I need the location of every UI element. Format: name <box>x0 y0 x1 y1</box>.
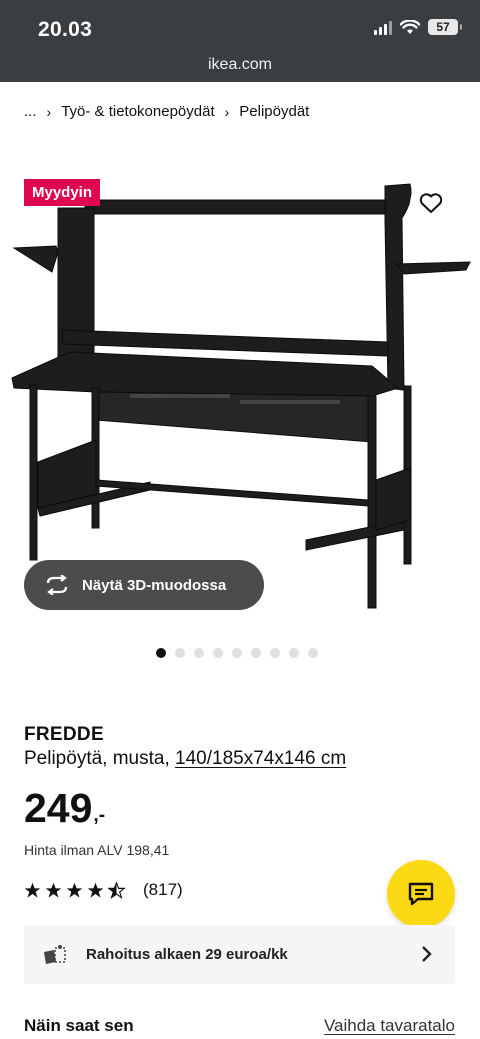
carousel-dot[interactable] <box>308 648 318 658</box>
breadcrumb: ... › Työ- & tietokonepöydät › Pelipöydä… <box>24 103 309 120</box>
chat-icon <box>408 882 434 906</box>
product-description: Pelipöytä, musta, 140/185x74x146 cm <box>24 748 346 770</box>
financing-banner[interactable]: Rahoitus alkaen 29 euroa/kk <box>24 925 455 984</box>
chevron-right-icon: › <box>46 103 52 120</box>
price-excluding-vat: Hinta ilman ALV 198,41 <box>24 842 170 858</box>
favorite-button[interactable] <box>410 182 452 224</box>
price-integer: 249 <box>24 785 93 831</box>
rating-stars <box>24 881 125 899</box>
star-full-icon <box>87 882 104 898</box>
battery-icon: 57 <box>428 19 462 35</box>
address-bar-url[interactable]: ikea.com <box>0 56 480 74</box>
bestseller-badge: Myydyin <box>24 179 101 206</box>
rotate-3d-icon <box>46 575 68 595</box>
chat-button[interactable] <box>387 860 455 928</box>
breadcrumb-ellipsis[interactable]: ... <box>24 103 37 120</box>
review-count[interactable]: (817) <box>143 880 183 900</box>
status-time: 20.03 <box>38 18 93 41</box>
cellular-signal-icon <box>374 19 392 35</box>
system-icons: 57 <box>374 19 462 35</box>
star-full-icon <box>66 882 83 898</box>
delivery-section-title: Näin saat sen <box>24 1016 134 1035</box>
carousel-dot[interactable] <box>289 648 299 658</box>
product-rating[interactable]: (817) <box>24 880 183 900</box>
chevron-right-icon <box>422 946 432 962</box>
carousel-dot[interactable] <box>156 648 166 658</box>
carousel-dot[interactable] <box>194 648 204 658</box>
product-type: Pelipöytä, musta, <box>24 748 170 769</box>
view-3d-button[interactable]: Näytä 3D-muodossa <box>24 560 264 610</box>
product-name: FREDDE <box>24 724 104 745</box>
star-half-icon <box>108 881 125 899</box>
carousel-dot[interactable] <box>175 648 185 658</box>
change-store-link[interactable]: Vaihda tavaratalo <box>324 1016 455 1036</box>
breadcrumb-item-desks[interactable]: Työ- & tietokonepöydät <box>61 103 214 120</box>
wifi-icon <box>400 19 420 34</box>
image-carousel-dots <box>156 648 318 658</box>
star-full-icon <box>24 882 41 898</box>
price-decimal: ,- <box>93 805 106 826</box>
star-full-icon <box>45 882 62 898</box>
carousel-dot[interactable] <box>232 648 242 658</box>
carousel-dot[interactable] <box>270 648 280 658</box>
product-price: 249 ,- <box>24 788 105 829</box>
carousel-dot[interactable] <box>251 648 261 658</box>
breadcrumb-item-gaming-desks[interactable]: Pelipöydät <box>239 103 309 120</box>
heart-icon <box>419 193 443 213</box>
financing-icon <box>44 944 66 964</box>
chevron-right-icon: › <box>224 103 230 120</box>
browser-chrome: 20.03 57 ikea.com <box>0 0 480 82</box>
financing-label: Rahoitus alkaen 29 euroa/kk <box>86 946 288 963</box>
view-3d-label: Näytä 3D-muodossa <box>82 576 227 594</box>
carousel-dot[interactable] <box>213 648 223 658</box>
product-measurements-link[interactable]: 140/185x74x146 cm <box>175 748 346 769</box>
